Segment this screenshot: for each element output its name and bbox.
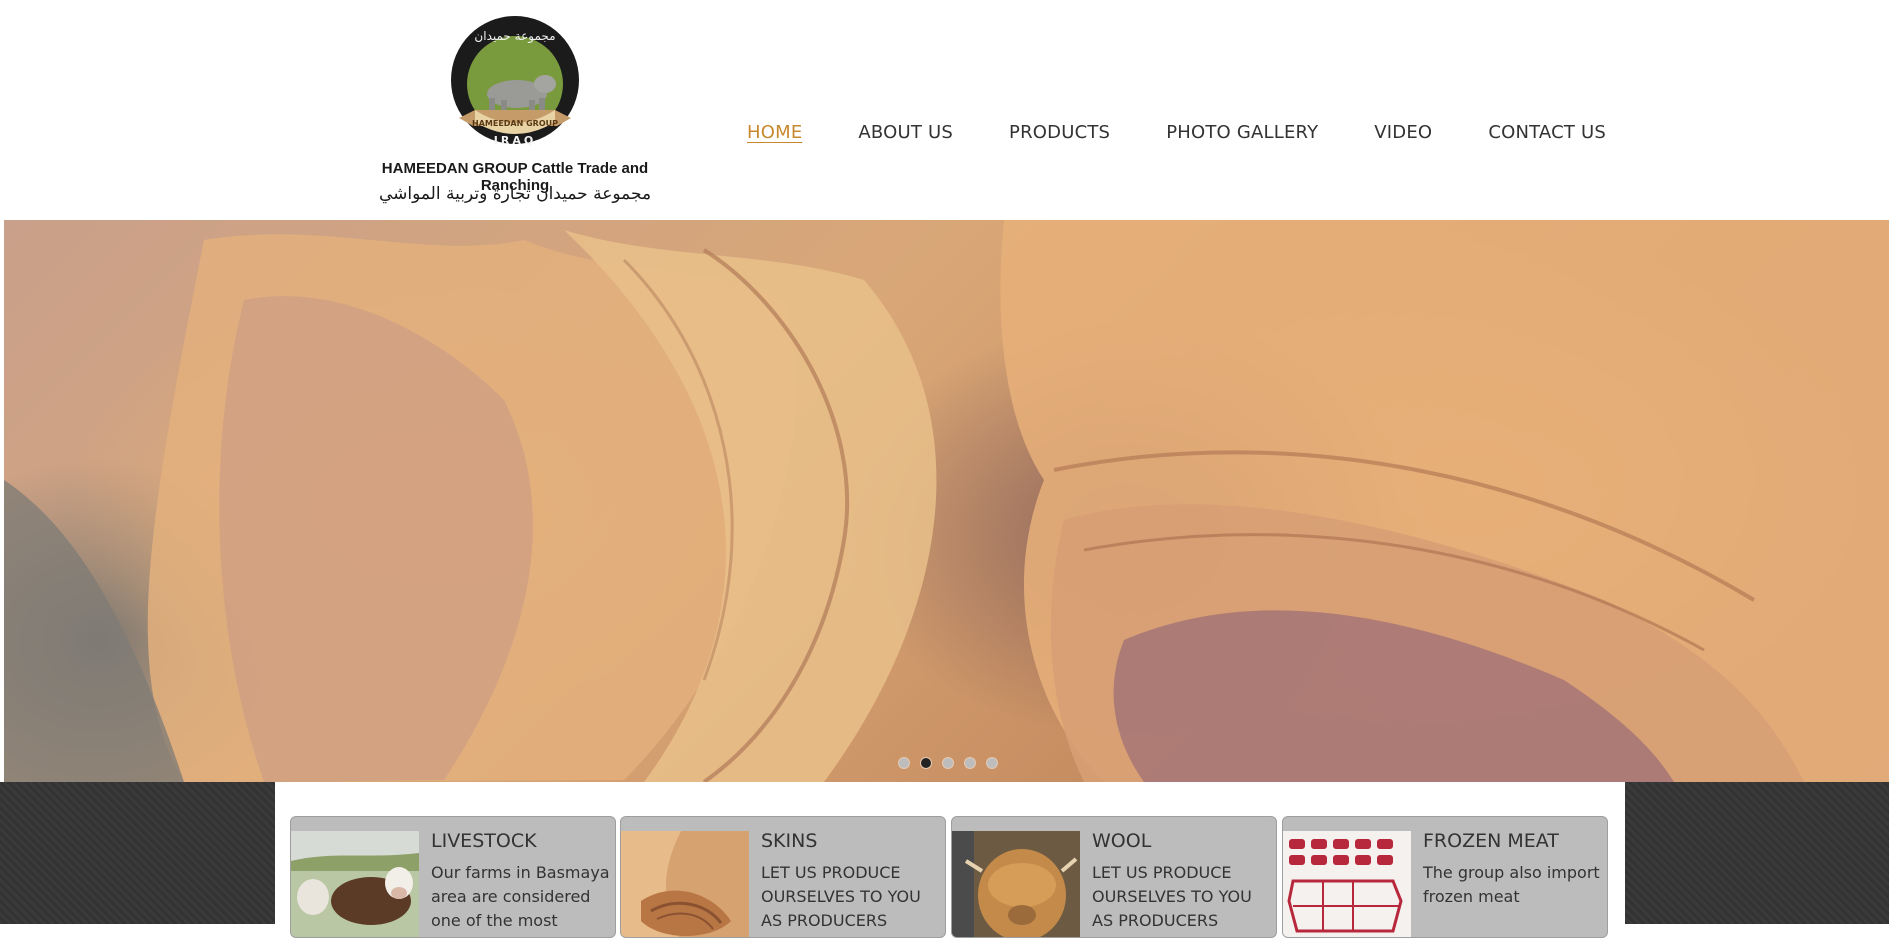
site-logo[interactable]: مجموعة حميدان HAMEEDAN GROUP IRAQ HAMEED…	[355, 12, 675, 212]
logo-arabic-top: مجموعة حميدان	[474, 29, 555, 44]
leather-hides-illustration	[4, 220, 1889, 782]
card-text-frozen-meat: The group also import frozen meat	[1423, 863, 1600, 906]
slider-dot-4[interactable]	[965, 758, 975, 768]
card-skins[interactable]: SKINS LET US PRODUCE OURSELVES TO YOU AS…	[620, 816, 946, 938]
slider-dot-5[interactable]	[987, 758, 997, 768]
card-wool[interactable]: WOOL LET US PRODUCE OURSELVES TO YOU AS …	[951, 816, 1277, 938]
slider-pagination	[899, 758, 1009, 768]
nav-photo-gallery[interactable]: PHOTO GALLERY	[1166, 122, 1318, 143]
logo-arabic-tagline: مجموعة حميدان تجارة وتربية المواشي	[378, 184, 652, 204]
meat-cuts-chart-thumbnail-icon	[1283, 831, 1411, 937]
card-text-livestock: Our farms in Basmaya area are considered…	[431, 863, 610, 930]
hero-slider-image[interactable]	[4, 220, 1889, 782]
card-livestock[interactable]: LIVESTOCK Our farms in Basmaya area are …	[290, 816, 616, 938]
card-text-wool: LET US PRODUCE OURSELVES TO YOU AS PRODU…	[1092, 863, 1252, 930]
card-title-frozen-meat: FROZEN MEAT	[1423, 830, 1559, 852]
highland-cow-thumbnail-icon	[952, 831, 1080, 937]
logo-iraq-text: IRAQ	[494, 134, 536, 147]
cattle-thumbnail-icon	[291, 831, 419, 937]
card-text-skins: LET US PRODUCE OURSELVES TO YOU AS PRODU…	[761, 863, 921, 930]
main-nav: HOME ABOUT US PRODUCTS PHOTO GALLERY VID…	[747, 120, 1662, 144]
logo-ribbon-text: HAMEEDAN GROUP	[472, 119, 558, 128]
nav-products[interactable]: PRODUCTS	[1009, 122, 1110, 143]
site-header: مجموعة حميدان HAMEEDAN GROUP IRAQ HAMEED…	[0, 0, 1889, 220]
slider-dot-3[interactable]	[943, 758, 953, 768]
product-section: LIVESTOCK Our farms in Basmaya area are …	[275, 782, 1625, 938]
nav-contact-us[interactable]: CONTACT US	[1488, 122, 1606, 143]
nav-video[interactable]: VIDEO	[1374, 122, 1432, 143]
card-title-skins: SKINS	[761, 830, 818, 852]
slider-dot-2[interactable]	[921, 758, 931, 768]
card-title-livestock: LIVESTOCK	[431, 830, 537, 852]
slider-dot-1[interactable]	[899, 758, 909, 768]
nav-home[interactable]: HOME	[747, 122, 802, 143]
card-title-wool: WOOL	[1092, 830, 1152, 852]
logo-emblem-icon: مجموعة حميدان HAMEEDAN GROUP IRAQ	[451, 16, 579, 147]
card-frozen-meat[interactable]: FROZEN MEAT The group also import frozen…	[1282, 816, 1608, 938]
leather-thumbnail-icon	[621, 831, 749, 937]
nav-about-us[interactable]: ABOUT US	[858, 122, 953, 143]
